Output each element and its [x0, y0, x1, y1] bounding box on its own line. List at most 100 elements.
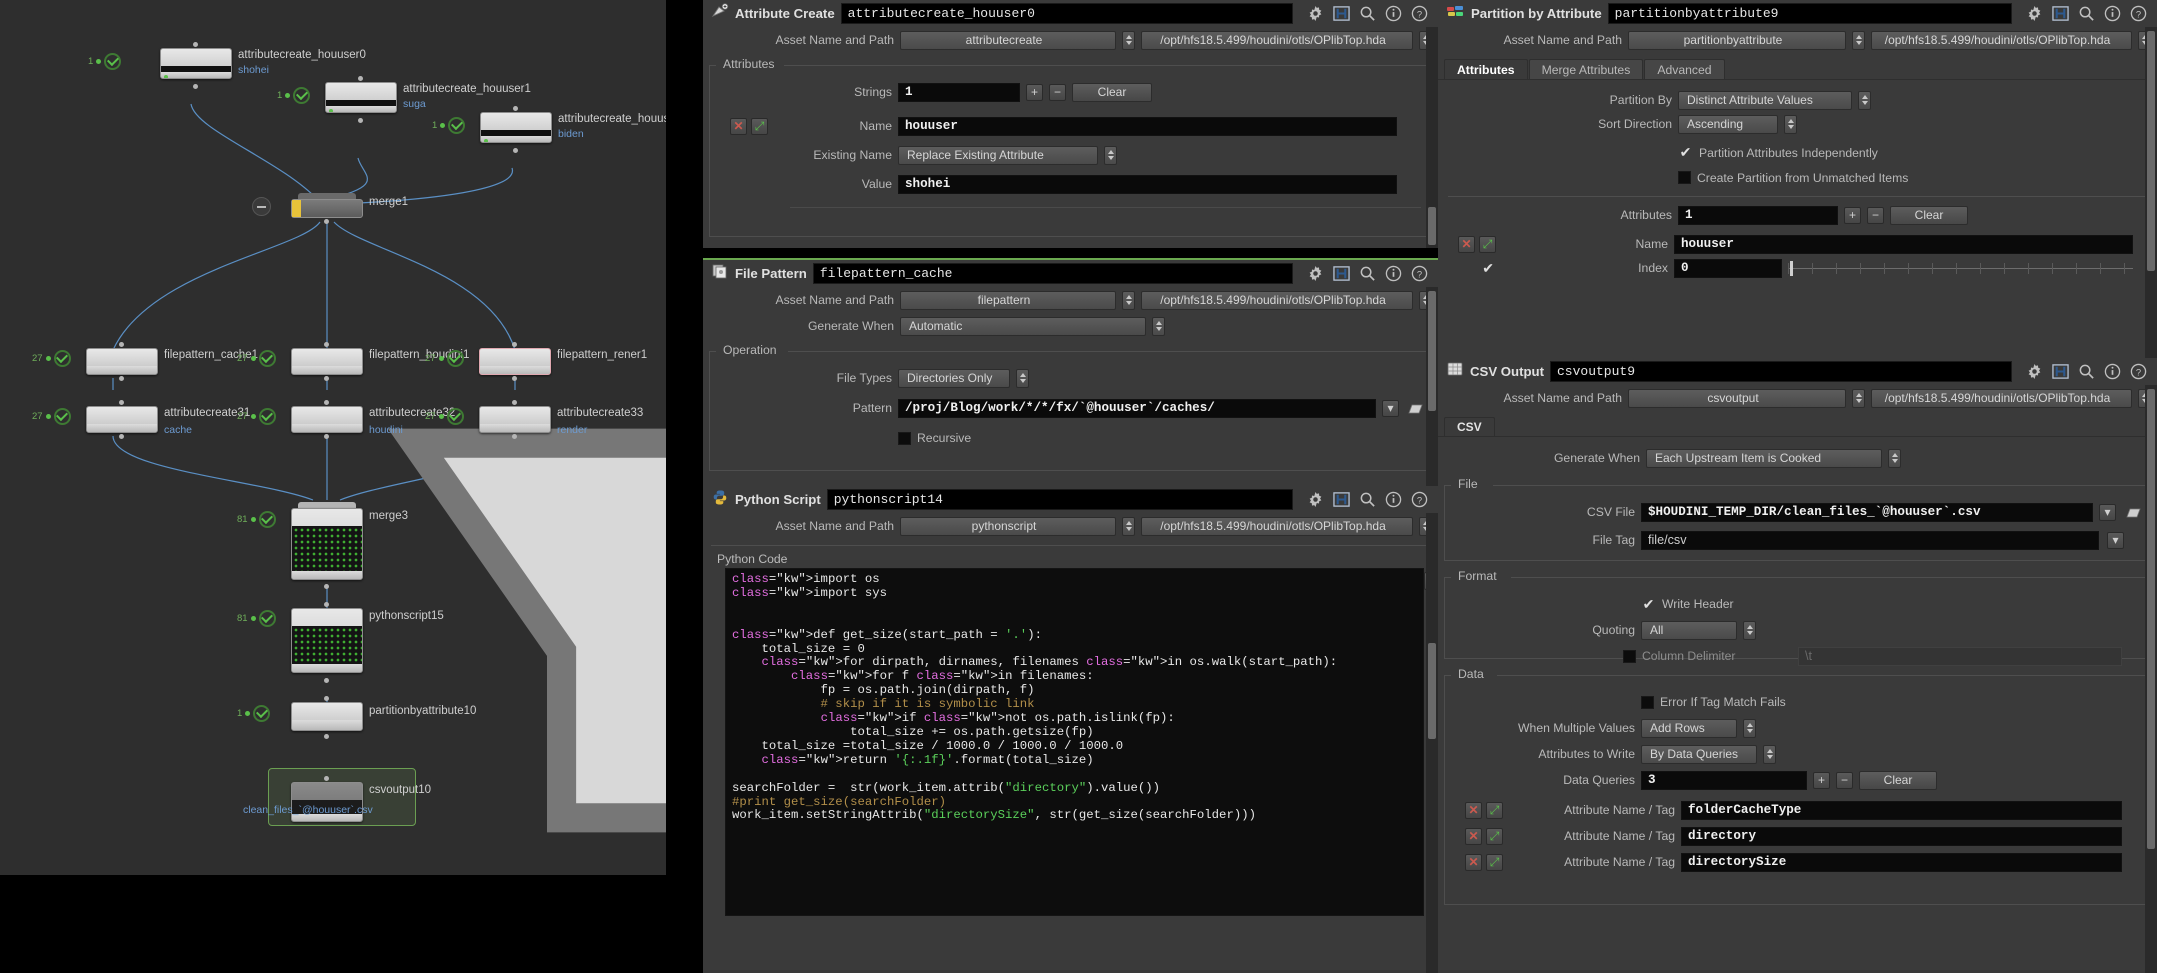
- asset-name-stepper[interactable]: [1852, 30, 1865, 50]
- node-output-port[interactable]: [358, 118, 363, 123]
- asset-name-combo[interactable]: partitionbyattribute: [1628, 30, 1846, 50]
- partition-independently-checkbox[interactable]: ✔: [1678, 144, 1693, 161]
- attributes-to-write-stepper[interactable]: [1763, 744, 1776, 764]
- existing-name-stepper[interactable]: [1104, 145, 1117, 165]
- asset-name-combo[interactable]: pythonscript: [900, 516, 1116, 536]
- graph-node-attributecreate31[interactable]: attributecreate31 cache 27: [32, 400, 250, 439]
- node-output-port[interactable]: [324, 376, 329, 381]
- delete-query-button[interactable]: ✕: [1465, 853, 1482, 871]
- node-input-port[interactable]: [324, 602, 329, 607]
- clear-queries-button[interactable]: Clear: [1859, 770, 1937, 790]
- node-name-field[interactable]: csvoutput9: [1550, 361, 2012, 382]
- tab-attributes[interactable]: Attributes: [1444, 59, 1528, 79]
- node-graph[interactable]: attributecreate_houuser0 shohei 1 attrib…: [0, 0, 666, 875]
- strings-value-field[interactable]: 1: [898, 82, 1020, 102]
- help-icon[interactable]: ?: [2130, 5, 2147, 22]
- node-input-port[interactable]: [119, 342, 124, 347]
- attribute-name-field[interactable]: houuser: [1674, 234, 2133, 254]
- clear-attributes-button[interactable]: Clear: [1890, 205, 1968, 225]
- search-icon[interactable]: [2078, 5, 2095, 22]
- graph-node-merge3[interactable]: merge3 81: [237, 502, 408, 589]
- houdini-h-icon[interactable]: [1333, 491, 1350, 508]
- file-types-combo[interactable]: Directories Only: [898, 368, 1010, 388]
- info-icon[interactable]: [1385, 491, 1402, 508]
- help-icon[interactable]: ?: [1411, 5, 1428, 22]
- node-output-port[interactable]: [119, 376, 124, 381]
- gear-icon[interactable]: [2026, 363, 2043, 380]
- node-output-port[interactable]: [193, 84, 198, 89]
- tab-merge-attributes[interactable]: Merge Attributes: [1528, 59, 1644, 79]
- info-icon[interactable]: [1385, 265, 1402, 282]
- file-chooser-icon[interactable]: [1405, 399, 1425, 418]
- attribute-create-scrollbar[interactable]: [1426, 27, 1438, 248]
- remove-attribute-button[interactable]: −: [1867, 206, 1884, 224]
- existing-name-combo[interactable]: Replace Existing Attribute: [898, 145, 1098, 165]
- asset-name-combo[interactable]: csvoutput: [1628, 388, 1846, 408]
- attribute-index-field[interactable]: 0: [1674, 258, 1782, 278]
- info-icon[interactable]: [2104, 363, 2121, 380]
- graph-node-attributecreate-houuser2[interactable]: attributecreate_houuser2 biden 1: [432, 106, 666, 153]
- node-input-port[interactable]: [193, 42, 198, 47]
- node-output-port[interactable]: [324, 734, 329, 739]
- reorder-query-button[interactable]: ⤢: [1486, 853, 1503, 871]
- gear-icon[interactable]: [1307, 491, 1324, 508]
- when-multiple-combo[interactable]: Add Rows: [1641, 718, 1737, 738]
- create-partition-checkbox[interactable]: [1678, 171, 1691, 184]
- data-queries-field[interactable]: 3: [1641, 770, 1807, 790]
- node-input-port[interactable]: [324, 342, 329, 347]
- tab-csv[interactable]: CSV: [1444, 417, 1495, 436]
- node-output-port[interactable]: [512, 434, 517, 439]
- index-slider[interactable]: [1788, 260, 2133, 277]
- gear-icon[interactable]: [1307, 5, 1324, 22]
- quoting-stepper[interactable]: [1743, 620, 1756, 640]
- graph-node-attributecreate-houuser0[interactable]: attributecreate_houuser0 shohei 1: [88, 42, 366, 89]
- value-field[interactable]: shohei: [898, 174, 1397, 194]
- graph-node-attributecreate-houuser1[interactable]: attributecreate_houuser1 suga 1: [277, 76, 531, 123]
- graph-node-csvoutput10[interactable]: csvoutput10 clean_files_`@houuser`.csv: [243, 776, 431, 822]
- name-value-field[interactable]: houuser: [898, 116, 1397, 136]
- generate-when-combo[interactable]: Each Upstream Item is Cooked: [1646, 448, 1882, 468]
- node-name-field[interactable]: filepattern_cache: [812, 263, 1293, 284]
- reorder-attribute-button[interactable]: ⤢: [1479, 235, 1496, 253]
- info-icon[interactable]: [2104, 5, 2121, 22]
- attributes-to-write-combo[interactable]: By Data Queries: [1641, 744, 1757, 764]
- attributes-count-field[interactable]: 1: [1678, 205, 1838, 225]
- recursive-checkbox[interactable]: [898, 431, 911, 445]
- delete-entry-button[interactable]: ✕: [730, 117, 747, 135]
- node-input-port[interactable]: [513, 106, 518, 111]
- help-icon[interactable]: ?: [2130, 363, 2147, 380]
- file-pattern-scrollbar[interactable]: [1426, 287, 1438, 486]
- gear-icon[interactable]: [2026, 5, 2043, 22]
- node-input-port[interactable]: [324, 400, 329, 405]
- file-tag-field[interactable]: file/csv: [1641, 530, 2099, 550]
- pattern-dropdown-button[interactable]: ▾: [1382, 399, 1399, 417]
- clear-strings-button[interactable]: Clear: [1072, 82, 1152, 102]
- reorder-query-button[interactable]: ⤢: [1486, 801, 1503, 819]
- delete-query-button[interactable]: ✕: [1465, 801, 1482, 819]
- asset-name-combo[interactable]: attributecreate: [900, 30, 1116, 50]
- houdini-h-icon[interactable]: [1333, 265, 1350, 282]
- python-panel-scrollbar[interactable]: [1426, 513, 1438, 973]
- quoting-combo[interactable]: All: [1641, 620, 1737, 640]
- node-output-port[interactable]: [513, 148, 518, 153]
- node-output-port[interactable]: [119, 434, 124, 439]
- partition-scrollbar[interactable]: [2145, 27, 2157, 358]
- csv-file-field[interactable]: $HOUDINI_TEMP_DIR/clean_files_`@houuser`…: [1641, 502, 2093, 522]
- node-output-port[interactable]: [324, 678, 329, 683]
- node-input-port[interactable]: [512, 342, 517, 347]
- file-chooser-icon[interactable]: [2122, 503, 2144, 522]
- info-icon[interactable]: [1385, 5, 1402, 22]
- when-multiple-stepper[interactable]: [1743, 718, 1756, 738]
- python-code-editor[interactable]: class="kw">import os class="kw">import s…: [725, 568, 1424, 916]
- file-tag-dropdown-button[interactable]: ▾: [2107, 531, 2124, 549]
- asset-name-combo[interactable]: filepattern: [900, 290, 1116, 310]
- search-icon[interactable]: [1359, 265, 1376, 282]
- node-input-port[interactable]: [512, 400, 517, 405]
- collapse-button[interactable]: [252, 197, 271, 216]
- asset-name-stepper[interactable]: [1852, 388, 1865, 408]
- generate-when-stepper[interactable]: [1888, 448, 1901, 468]
- node-output-port[interactable]: [512, 376, 517, 381]
- asset-path-combo[interactable]: /opt/hfs18.5.499/houdini/otls/OPlibTop.h…: [1871, 30, 2132, 50]
- pattern-field[interactable]: /proj/Blog/work/*/*/fx/`@houuser`/caches…: [898, 398, 1376, 418]
- partition-by-stepper[interactable]: [1858, 90, 1871, 110]
